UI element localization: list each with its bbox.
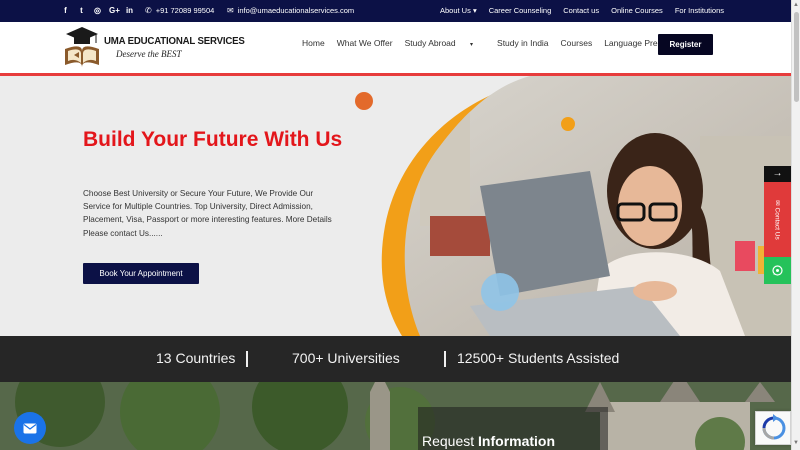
register-button[interactable]: Register <box>658 34 713 55</box>
topnav-for-institutions[interactable]: For Institutions <box>675 6 724 15</box>
twitter-icon[interactable]: t <box>77 5 86 16</box>
request-info-title-light: Request <box>422 433 475 449</box>
nav-home[interactable]: Home <box>302 38 325 48</box>
stat-countries: 13 Countries <box>156 350 236 366</box>
brand-tagline: Deserve the BEST <box>116 49 182 59</box>
phone-number: +91 72089 99504 <box>155 6 215 15</box>
google-plus-icon[interactable]: G+ <box>109 5 120 16</box>
main-nav: Home What We Offer Study Abroad ▾ Study … <box>302 38 700 48</box>
orange-dot <box>355 92 373 110</box>
instagram-icon[interactable]: ◎ <box>93 5 102 16</box>
topnav-career-counseling[interactable]: Career Counseling <box>489 6 552 15</box>
request-info-title: Request Information <box>422 433 555 449</box>
contact-us-tab-label: ✉ Contact Us <box>773 199 781 240</box>
blue-dot <box>481 273 519 311</box>
social-links: f t ◎ G+ in <box>61 5 134 16</box>
scroll-down-arrow-icon[interactable]: ▼ <box>793 440 799 446</box>
top-bar: f t ◎ G+ in ✆ +91 72089 99504 ✉ info@uma… <box>0 0 800 22</box>
whatsapp-icon <box>772 265 783 276</box>
recaptcha-badge[interactable] <box>755 411 791 445</box>
chevron-down-icon: ▾ <box>470 42 474 48</box>
phone-icon: ✆ <box>145 6 152 15</box>
email-contact[interactable]: ✉ info@umaeducationalservices.com <box>227 6 354 15</box>
book-appointment-button[interactable]: Book Your Appointment <box>83 263 199 284</box>
campus-image <box>0 382 791 450</box>
logo-icon[interactable] <box>60 25 104 69</box>
nav-study-abroad-label: Study Abroad <box>404 38 456 48</box>
stat-divider <box>444 351 446 367</box>
mail-icon <box>23 423 37 433</box>
topnav-about-us-label: About Us <box>439 6 471 15</box>
contact-us-tab-label-wrap: ✉ Contact Us <box>764 182 791 257</box>
chat-mail-button[interactable] <box>14 412 46 444</box>
page: f t ◎ G+ in ✆ +91 72089 99504 ✉ info@uma… <box>0 0 800 450</box>
brand-name[interactable]: UMA EDUCATIONAL SERVICES <box>104 35 245 47</box>
topnav-contact-us[interactable]: Contact us <box>563 6 599 15</box>
stat-students: 12500+ Students Assisted <box>457 350 620 366</box>
linkedin-icon[interactable]: in <box>125 5 134 16</box>
nav-study-abroad[interactable]: Study Abroad ▾ <box>405 38 485 48</box>
page-scrollbar[interactable]: ▲ ▼ <box>791 0 800 450</box>
yellow-dot <box>561 117 575 131</box>
hero-title: Build Your Future With Us <box>83 128 343 151</box>
request-info-title-bold: Information <box>478 433 556 449</box>
top-nav: About Us ▾ Career Counseling Contact us … <box>440 6 724 15</box>
scrollbar-thumb[interactable] <box>794 12 799 102</box>
nav-what-we-offer[interactable]: What We Offer <box>337 38 393 48</box>
stat-divider <box>246 351 248 367</box>
topnav-about-us[interactable]: About Us ▾ <box>440 6 477 15</box>
recaptcha-icon <box>762 414 786 440</box>
facebook-icon[interactable]: f <box>61 5 70 16</box>
stats-band: 13 Countries 700+ Universities 12500+ St… <box>0 336 791 382</box>
hero-description: Choose Best University or Secure Your Fu… <box>83 189 332 238</box>
student-photo <box>404 76 791 336</box>
mail-icon: ✉ <box>227 6 234 15</box>
phone-contact[interactable]: ✆ +91 72089 99504 <box>145 6 214 15</box>
chevron-down-icon: ▾ <box>472 6 477 15</box>
email-address: info@umaeducationalservices.com <box>237 6 355 15</box>
topnav-online-courses[interactable]: Online Courses <box>611 6 663 15</box>
whatsapp-button[interactable] <box>764 257 791 284</box>
campus-background <box>0 382 791 450</box>
scroll-up-arrow-icon[interactable]: ▲ <box>793 2 799 8</box>
nav-study-in-india[interactable]: Study in India <box>497 38 549 48</box>
nav-courses[interactable]: Courses <box>561 38 593 48</box>
side-toggle-arrow[interactable]: → <box>764 166 791 182</box>
stat-universities: 700+ Universities <box>292 350 400 366</box>
